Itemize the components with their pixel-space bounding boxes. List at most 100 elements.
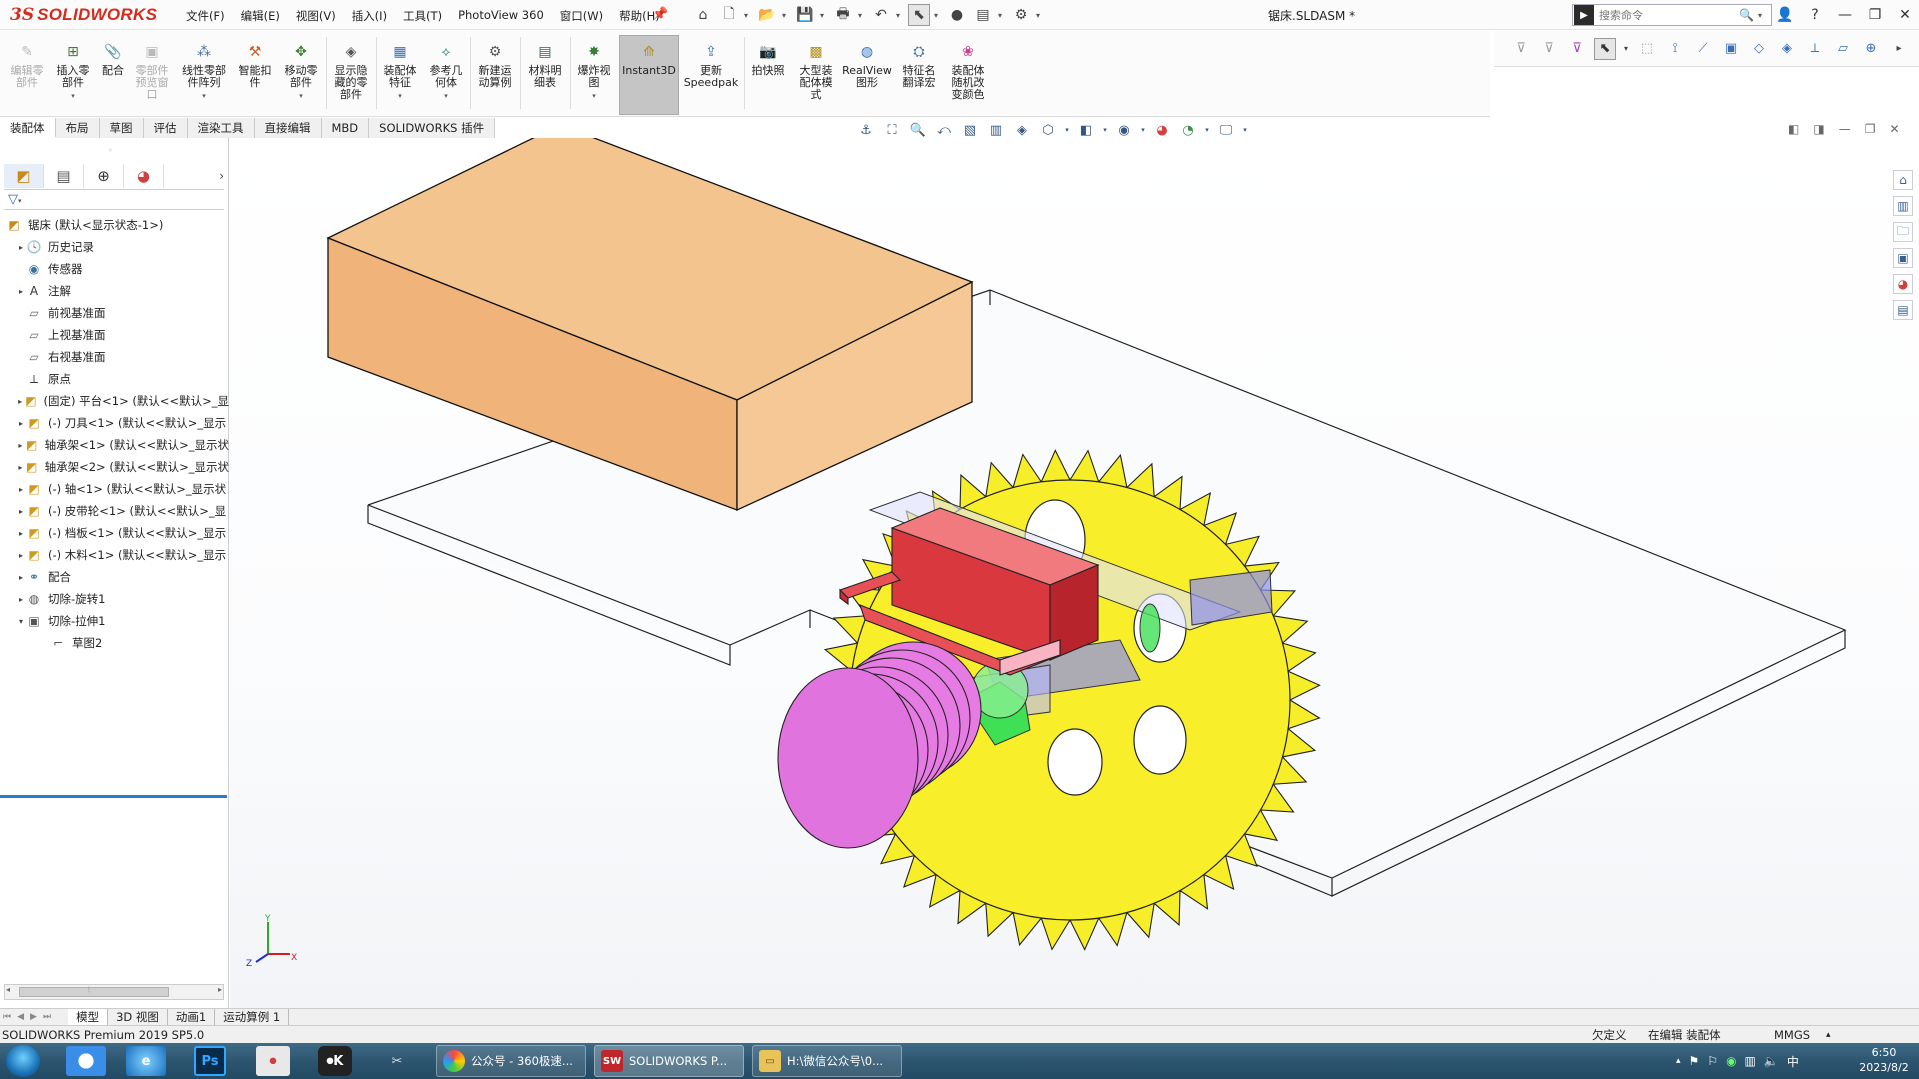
tab-sketch[interactable]: 草图 bbox=[100, 118, 144, 138]
restore-icon[interactable]: ❐ bbox=[1861, 7, 1889, 23]
filter-axis-icon[interactable]: ⊕ bbox=[1860, 38, 1882, 60]
next-tab-icon[interactable]: ▶ bbox=[27, 1012, 40, 1022]
edit-appearance-icon[interactable]: ◕ bbox=[1152, 121, 1172, 139]
network-app-icon[interactable] bbox=[66, 1046, 106, 1076]
taskbar-task-explorer[interactable]: ▭ H:\微信公众号\0... bbox=[752, 1045, 902, 1077]
menu-window[interactable]: 窗口(W) bbox=[552, 6, 611, 26]
filter-surface-icon[interactable]: ◇ bbox=[1748, 38, 1770, 60]
appearances-icon[interactable]: ◕ bbox=[1893, 274, 1913, 294]
chevron-down-icon[interactable]: ▾ bbox=[998, 11, 1006, 20]
menu-edit[interactable]: 编辑(E) bbox=[233, 6, 288, 26]
smart-fastener-button[interactable]: ⚒ 智能扣 件 bbox=[234, 33, 276, 113]
tab-evaluate[interactable]: 评估 bbox=[144, 118, 188, 138]
chevron-down-icon[interactable]: ▾ bbox=[934, 11, 942, 20]
expand-toggle-icon[interactable]: ▸ bbox=[16, 287, 26, 296]
tree-item[interactable]: ▸ ◩ (-) 刀具<1> (默认<<默认>_显示 bbox=[0, 412, 229, 434]
system-clock[interactable]: 6:50 2023/8/2 bbox=[1854, 1045, 1914, 1075]
filter-face-icon[interactable]: ▣ bbox=[1720, 38, 1742, 60]
tab-motion-study[interactable]: 运动算例 1 bbox=[215, 1009, 290, 1025]
tree-item[interactable]: ▸ ◩ (-) 皮带轮<1> (默认<<默认>_显 bbox=[0, 500, 229, 522]
tools-app-icon[interactable]: ✂ bbox=[380, 1046, 414, 1076]
tree-item[interactable]: ▾ ▣ 切除-拉伸1 bbox=[0, 610, 229, 632]
chevron-down-icon[interactable]: ▾ bbox=[444, 90, 448, 102]
last-tab-icon[interactable]: ⏭ bbox=[40, 1012, 54, 1022]
options-gear-icon[interactable]: ⚙ bbox=[1010, 4, 1032, 26]
graphics-area[interactable]: Y X Z ⚓ ⛶ 🔍 ⤺ ▧ ▥ ◈ ⬡ ▾ ◧ ▾ ◉ ▾ ◕ ◔ ▾ 🖵 … bbox=[230, 122, 1919, 1008]
chevron-down-icon[interactable]: ▾ bbox=[1036, 11, 1044, 20]
expand-toggle-icon[interactable]: ▸ bbox=[16, 485, 26, 494]
tree-item[interactable]: ▱ 上视基准面 bbox=[0, 324, 229, 346]
file-explorer-icon[interactable]: 🗀 bbox=[1893, 222, 1913, 242]
input-method-icon[interactable]: 中 bbox=[1787, 1053, 1799, 1070]
chevron-down-icon[interactable]: ▾ bbox=[858, 11, 866, 20]
tile-left-icon[interactable]: ◧ bbox=[1788, 122, 1799, 136]
menu-file[interactable]: 文件(F) bbox=[178, 6, 233, 26]
menu-photoview[interactable]: PhotoView 360 bbox=[450, 6, 552, 26]
move-component-button[interactable]: ✥ 移动零 部件 ▾ bbox=[278, 33, 324, 113]
configuration-manager-tab-icon[interactable]: ⊕ bbox=[84, 164, 124, 188]
tree-item[interactable]: ▸ 🕓 历史记录 bbox=[0, 236, 229, 258]
solidworks-logo[interactable]: 3S SOLIDWORKS bbox=[10, 3, 157, 27]
view-palette-icon[interactable]: ▣ bbox=[1893, 248, 1913, 268]
filter-icon[interactable]: ⊽ bbox=[1510, 38, 1532, 60]
zoom-to-area-icon[interactable]: 🔍 bbox=[908, 121, 928, 139]
horizontal-scrollbar[interactable]: ◂ ⦙ ▸ bbox=[4, 984, 224, 1000]
tab-addins[interactable]: SOLIDWORKS 插件 bbox=[369, 118, 496, 138]
panel-collapse-handle[interactable]: ◦ bbox=[108, 146, 113, 155]
chevron-down-icon[interactable]: ▾ bbox=[18, 197, 22, 205]
tray-flag-icon[interactable]: ⚐ bbox=[1707, 1054, 1718, 1068]
tab-model[interactable]: 模型 bbox=[68, 1009, 109, 1025]
chevron-down-icon[interactable]: ▾ bbox=[1204, 121, 1210, 139]
scroll-thumb[interactable]: ⦙ bbox=[19, 985, 169, 997]
menu-tools[interactable]: 工具(T) bbox=[395, 6, 450, 26]
tree-item[interactable]: ▸ ◩ (-) 木料<1> (默认<<默认>_显示 bbox=[0, 544, 229, 566]
filter-plane-icon[interactable]: ▱ bbox=[1832, 38, 1854, 60]
realview-button[interactable]: ◍ RealView 图形 bbox=[840, 33, 894, 113]
linear-pattern-button[interactable]: ⁂ 线性零部 件阵列 ▾ bbox=[176, 33, 232, 113]
dynamic-annotation-icon[interactable]: ▥ bbox=[986, 121, 1006, 139]
undo-icon[interactable]: ↶ bbox=[870, 4, 892, 26]
prev-tab-icon[interactable]: ◀ bbox=[14, 1012, 27, 1022]
design-library-icon[interactable]: ▥ bbox=[1893, 196, 1913, 216]
more-icon[interactable]: ▸ bbox=[1888, 38, 1910, 60]
browser-e-icon[interactable]: e bbox=[126, 1046, 166, 1076]
assembly-model-view[interactable]: Y X Z bbox=[230, 138, 1919, 1008]
tab-assembly[interactable]: 装配体 bbox=[0, 118, 56, 138]
insert-component-button[interactable]: ⊞ 插入零 部件 ▾ bbox=[50, 33, 96, 113]
chevron-down-icon[interactable]: ▾ bbox=[1064, 121, 1070, 139]
search-icon[interactable]: 🔍 bbox=[1739, 8, 1754, 22]
close-icon[interactable]: ✕ bbox=[1889, 122, 1899, 136]
select-cursor-icon[interactable]: ⬉ bbox=[1594, 37, 1616, 60]
chevron-down-icon[interactable]: ▾ bbox=[896, 11, 904, 20]
tree-item[interactable]: ⟂ 原点 bbox=[0, 368, 229, 390]
tree-item[interactable]: ▸ ◩ 轴承架<1> (默认<<默认>_显示状 bbox=[0, 434, 229, 456]
tree-item[interactable]: ▱ 前视基准面 bbox=[0, 302, 229, 324]
tree-item[interactable]: ◩ 锯床 (默认<显示状态-1>) bbox=[0, 214, 229, 236]
expand-toggle-icon[interactable]: ▸ bbox=[16, 441, 25, 450]
chevron-down-icon[interactable]: ▾ bbox=[202, 90, 206, 102]
expand-toggle-icon[interactable]: ▸ bbox=[16, 551, 26, 560]
reference-geometry-button[interactable]: ⟡ 参考几 何体 ▾ bbox=[424, 33, 468, 113]
chevron-down-icon[interactable]: ▾ bbox=[782, 11, 790, 20]
feature-manager-tab-icon[interactable]: ◩ bbox=[4, 164, 44, 188]
tab-render-tools[interactable]: 渲染工具 bbox=[188, 118, 255, 138]
component-preview-button[interactable]: ▣ 零部件 预览窗 口 bbox=[130, 33, 174, 113]
view-settings-icon[interactable]: 🖵 bbox=[1216, 121, 1236, 139]
expand-toggle-icon[interactable]: ▸ bbox=[16, 573, 26, 582]
view-3d-icon[interactable]: ◈ bbox=[1012, 121, 1032, 139]
minimize-icon[interactable]: — bbox=[1839, 122, 1851, 136]
print-icon[interactable]: 🖶 bbox=[832, 4, 854, 26]
chevron-right-icon[interactable]: › bbox=[164, 164, 224, 188]
translate-macro-button[interactable]: ⛭ 特征名 翻译宏 bbox=[894, 33, 944, 113]
filter-outline-icon[interactable]: ⊽ bbox=[1538, 38, 1560, 60]
apply-scene-icon[interactable]: ◔ bbox=[1178, 121, 1198, 139]
zoom-to-fit-icon[interactable]: ⛶ bbox=[882, 121, 902, 139]
chevron-down-icon[interactable]: ▾ bbox=[398, 90, 402, 102]
expand-toggle-icon[interactable]: ▸ bbox=[16, 595, 26, 604]
chevron-down-icon[interactable]: ▾ bbox=[1140, 121, 1146, 139]
chevron-down-icon[interactable]: ▾ bbox=[744, 11, 752, 20]
tree-item[interactable]: ◉ 传感器 bbox=[0, 258, 229, 280]
unit-system[interactable]: MMGS bbox=[1774, 1028, 1810, 1042]
select-box-icon[interactable]: ⬚ bbox=[1636, 38, 1658, 60]
chevron-down-icon[interactable]: ▾ bbox=[71, 90, 75, 102]
